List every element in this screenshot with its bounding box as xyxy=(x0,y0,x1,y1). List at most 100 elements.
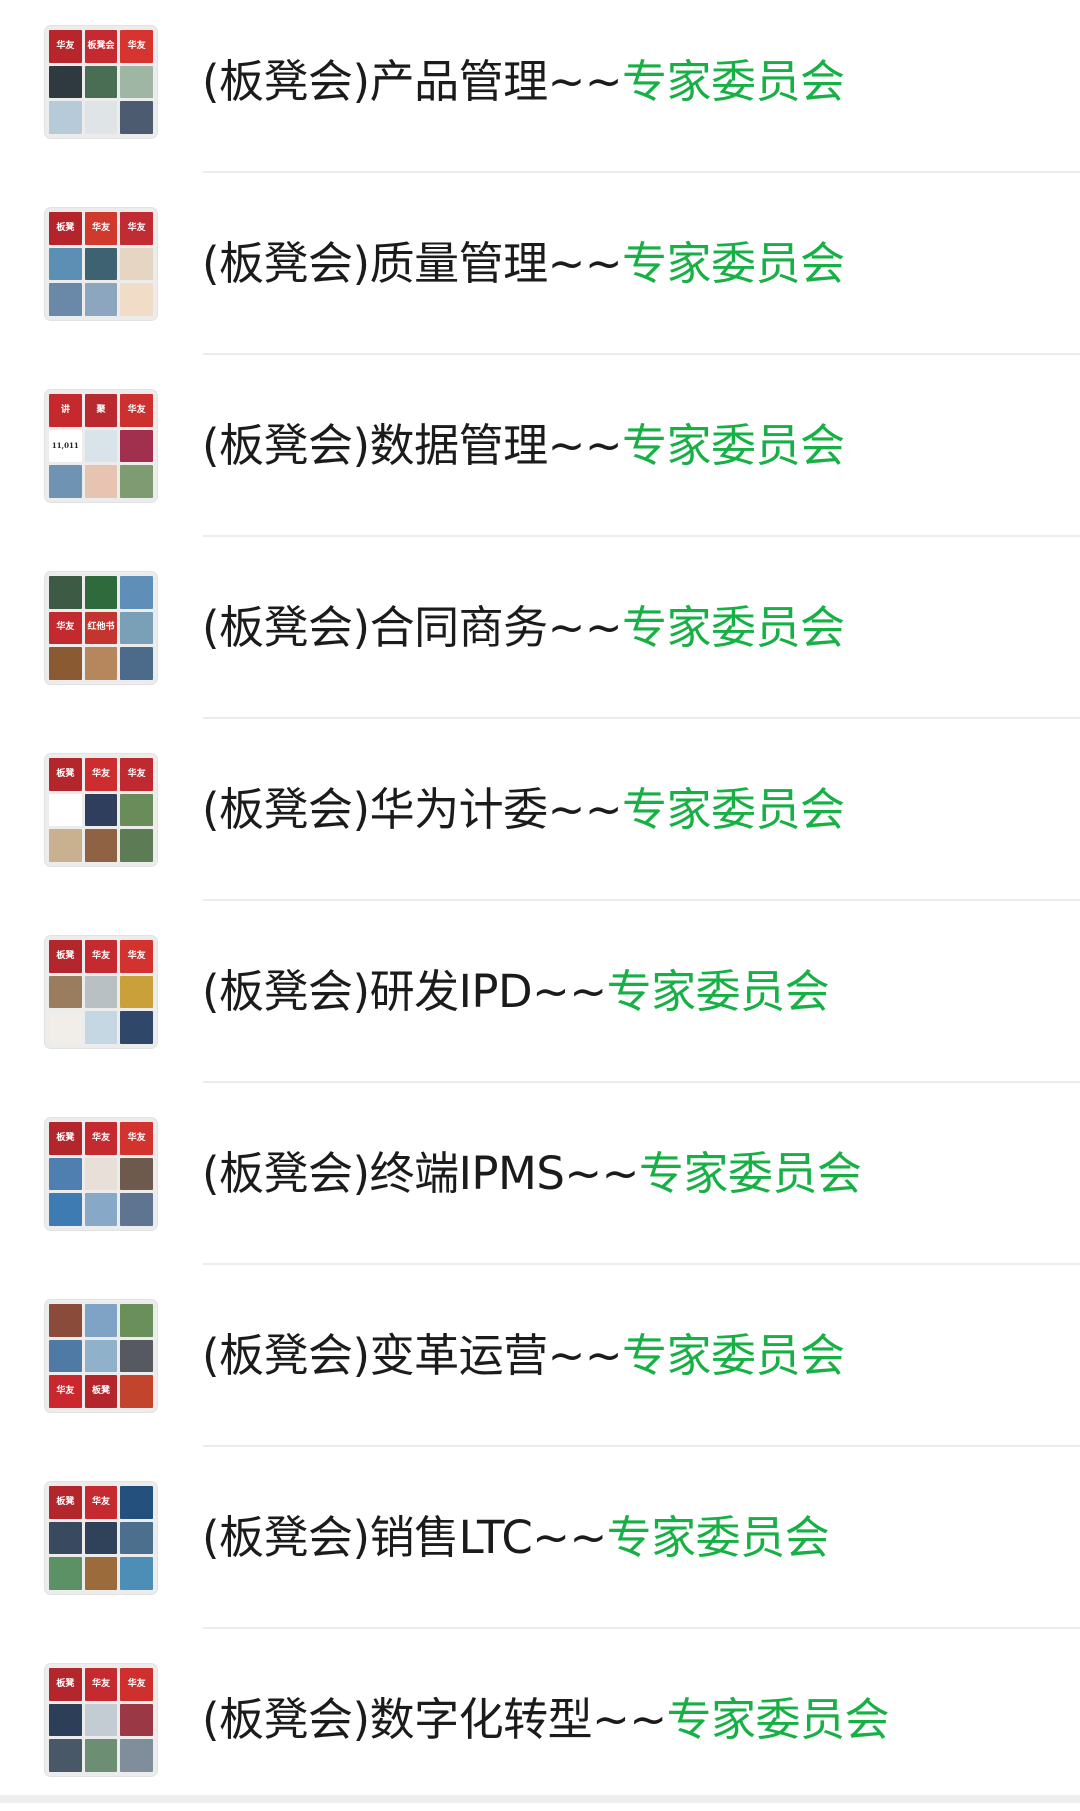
member-avatar-tile xyxy=(85,1340,118,1373)
group-avatar[interactable]: 华友 红他书 xyxy=(45,572,157,684)
member-avatar-tile: 华友 xyxy=(85,1486,118,1519)
member-avatar-tile xyxy=(85,1704,118,1737)
group-name-suffix: 专家委员会 xyxy=(607,965,830,1018)
group-name-suffix: 专家委员会 xyxy=(622,601,845,654)
group-name: (板凳会)数据管理~~专家委员会 xyxy=(202,418,845,474)
group-name-prefix: (板凳会)终端IPMS~~ xyxy=(202,1147,639,1200)
member-avatar-tile: 板凳会 xyxy=(85,30,118,63)
group-avatar[interactable]: 板凳 华友 华友 xyxy=(45,754,157,866)
member-avatar-tile: 华友 xyxy=(85,758,118,791)
group-chat-item[interactable]: 板凳华友华友 (板凳会)质量管理~~专家委员会 xyxy=(0,173,1080,355)
group-avatar[interactable]: 华友板凳会华友 xyxy=(45,26,157,138)
group-chat-item[interactable]: 华友 红他书 (板凳会)合同商务~~专家委员会 xyxy=(0,537,1080,719)
tile-logo-text: 板凳 xyxy=(56,770,74,779)
group-chat-item[interactable]: 板凳 华友 (板凳会)销售LTC~~专家委员会 xyxy=(0,1447,1080,1629)
tile-logo-text: 板凳 xyxy=(56,1498,74,1507)
member-avatar-tile: 华友 xyxy=(120,1668,153,1701)
group-name: (板凳会)华为计委~~专家委员会 xyxy=(202,782,845,838)
tile-logo-text: 华友 xyxy=(128,770,146,779)
group-avatar[interactable]: 华友板凳 xyxy=(45,1300,157,1412)
member-avatar-tile xyxy=(49,829,82,862)
group-chat-item[interactable]: 板凳 华友 华友 (板凳会)终端IPMS~~专家委员会 xyxy=(0,1083,1080,1265)
member-avatar-tile xyxy=(85,1193,118,1226)
member-avatar-tile xyxy=(49,465,82,498)
tile-logo-text: 讲 xyxy=(61,406,70,415)
group-chat-item[interactable]: 讲聚华友11,011 (板凳会)数据管理~~专家委员会 xyxy=(0,355,1080,537)
member-avatar-tile: 华友 xyxy=(120,940,153,973)
group-name-prefix: (板凳会)数据管理~~ xyxy=(202,419,622,472)
member-avatar-tile: 板凳 xyxy=(85,1375,118,1408)
member-avatar-tile xyxy=(120,1340,153,1373)
tile-logo-text: 华友 xyxy=(92,952,110,961)
member-avatar-tile: 华友 xyxy=(120,30,153,63)
member-avatar-tile xyxy=(85,465,118,498)
member-avatar-tile xyxy=(49,1158,82,1191)
member-avatar-tile xyxy=(120,248,153,281)
member-avatar-tile: 华友 xyxy=(49,612,82,645)
member-avatar-tile xyxy=(120,1193,153,1226)
group-name-prefix: (板凳会)数字化转型~~ xyxy=(202,1693,667,1746)
member-avatar-tile xyxy=(49,1739,82,1772)
member-avatar-tile xyxy=(49,647,82,680)
member-avatar-tile: 华友 xyxy=(49,1375,82,1408)
member-avatar-tile xyxy=(120,612,153,645)
tile-logo-text: 华友 xyxy=(92,1134,110,1143)
member-avatar-tile xyxy=(85,1304,118,1337)
member-avatar-tile xyxy=(85,283,118,316)
member-avatar-tile xyxy=(49,66,82,99)
member-avatar-tile xyxy=(120,283,153,316)
group-avatar[interactable]: 板凳华友华友 xyxy=(45,1664,157,1776)
group-chat-item[interactable]: 板凳 华友 华友 (板凳会)华为计委~~专家委员会 xyxy=(0,719,1080,901)
member-avatar-tile xyxy=(49,1011,82,1044)
group-chat-list: 华友板凳会华友(板凳会)产品管理~~专家委员会板凳华友华友(板凳会)质量管理~~… xyxy=(0,0,1080,1803)
member-avatar-tile xyxy=(49,283,82,316)
group-chat-item[interactable]: 华友板凳(板凳会)变革运营~~专家委员会 xyxy=(0,1265,1080,1447)
group-chat-item[interactable]: 板凳 华友 华友 (板凳会)研发IPD~~专家委员会 xyxy=(0,901,1080,1083)
member-avatar-tile: 华友 xyxy=(120,1122,153,1155)
bottom-bar xyxy=(0,1795,1080,1803)
group-name: (板凳会)合同商务~~专家委员会 xyxy=(202,600,845,656)
group-name: (板凳会)数字化转型~~专家委员会 xyxy=(202,1692,889,1748)
group-name-prefix: (板凳会)销售LTC~~ xyxy=(202,1511,607,1564)
member-avatar-tile xyxy=(85,976,118,1009)
tile-logo-text: 红他书 xyxy=(87,623,114,632)
tile-logo-text: 板凳 xyxy=(56,1680,74,1689)
member-avatar-tile xyxy=(85,1011,118,1044)
tile-logo-text: 板凳 xyxy=(56,952,74,961)
member-avatar-tile xyxy=(120,829,153,862)
member-avatar-tile xyxy=(49,576,82,609)
group-avatar[interactable]: 板凳华友华友 xyxy=(45,208,157,320)
member-avatar-tile xyxy=(49,1522,82,1555)
tile-logo-text: 华友 xyxy=(128,1134,146,1143)
group-name-suffix: 专家委员会 xyxy=(622,237,845,290)
group-avatar[interactable]: 板凳 华友 华友 xyxy=(45,1118,157,1230)
group-name-prefix: (板凳会)质量管理~~ xyxy=(202,237,622,290)
group-avatar[interactable]: 讲聚华友11,011 xyxy=(45,390,157,502)
group-avatar[interactable]: 板凳 华友 华友 xyxy=(45,936,157,1048)
member-avatar-tile xyxy=(85,1739,118,1772)
member-avatar-tile xyxy=(85,794,118,827)
group-name: (板凳会)销售LTC~~专家委员会 xyxy=(202,1510,829,1566)
member-avatar-tile xyxy=(120,647,153,680)
member-avatar-tile: 华友 xyxy=(120,758,153,791)
member-avatar-tile xyxy=(85,1522,118,1555)
tile-logo-text: 华友 xyxy=(56,623,74,632)
member-avatar-tile: 华友 xyxy=(85,1122,118,1155)
group-avatar[interactable]: 板凳 华友 xyxy=(45,1482,157,1594)
member-avatar-tile xyxy=(120,1304,153,1337)
member-avatar-tile xyxy=(120,1704,153,1737)
member-avatar-tile: 板凳 xyxy=(49,758,82,791)
group-name-suffix: 专家委员会 xyxy=(639,1147,862,1200)
group-name-prefix: (板凳会)研发IPD~~ xyxy=(202,965,607,1018)
group-chat-item[interactable]: 华友板凳会华友(板凳会)产品管理~~专家委员会 xyxy=(0,0,1080,173)
member-avatar-tile xyxy=(85,430,118,463)
tile-logo-text: 板凳 xyxy=(56,1134,74,1143)
member-avatar-tile xyxy=(120,1375,153,1408)
member-avatar-tile xyxy=(49,1193,82,1226)
tile-logo-text: 华友 xyxy=(128,952,146,961)
group-chat-item[interactable]: 板凳华友华友(板凳会)数字化转型~~专家委员会 xyxy=(0,1629,1080,1811)
tile-logo-text: 华友 xyxy=(128,406,146,415)
member-avatar-tile xyxy=(120,1486,153,1519)
member-avatar-tile xyxy=(85,576,118,609)
tile-logo-text: 华友 xyxy=(128,1680,146,1689)
